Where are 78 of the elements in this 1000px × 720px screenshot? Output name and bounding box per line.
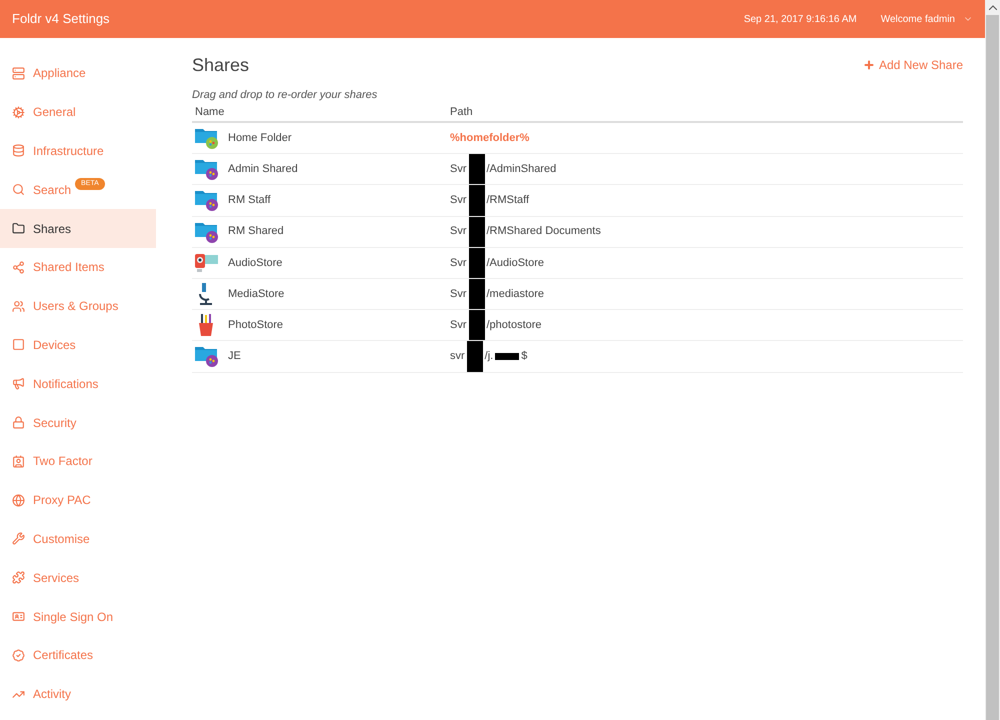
plus-icon [862, 59, 875, 71]
share-path: /AudioStore [486, 256, 544, 271]
share-path: /mediastore [486, 286, 544, 302]
wrench-icon [12, 532, 25, 546]
server-icon [12, 66, 25, 80]
shared-folder-icon [194, 157, 220, 182]
megaphone-icon [12, 377, 25, 390]
share-name: Admin Shared [228, 162, 298, 178]
sidebar-item[interactable]: Shared Items [0, 248, 156, 287]
share-name: Home Folder [228, 130, 292, 146]
share-path: /photostore [486, 318, 542, 333]
page-title: Shares [192, 54, 250, 77]
database-icon [12, 144, 25, 158]
redaction-bar [466, 341, 483, 372]
users-icon [12, 300, 25, 313]
share-path: %homefolder% [450, 130, 530, 146]
sidebar-item[interactable]: Services [0, 558, 156, 598]
certificate-icon [12, 648, 25, 662]
share-path: Svr [450, 162, 466, 178]
share-path: /RMStaff [486, 193, 530, 208]
column-header: Path [450, 104, 473, 120]
sidebar-item[interactable]: Shares [0, 209, 156, 248]
redaction-bar [468, 185, 484, 216]
sidebar-item[interactable]: Infrastructure [0, 132, 156, 170]
redaction-bar [468, 278, 484, 310]
sidebar-item[interactable]: Proxy PAC [0, 480, 156, 520]
user-menu[interactable]: Welcome fadmin [880, 12, 973, 26]
redaction-bar [468, 310, 484, 340]
date-time: Sep 21, 2017 9:16:16 AM [744, 12, 857, 26]
home-folder-icon [194, 126, 220, 150]
lock-icon [12, 416, 25, 430]
id-card-icon [12, 610, 25, 624]
share-name: MediaStore [228, 286, 284, 302]
shared-folder-icon [194, 188, 220, 212]
sidebar-item[interactable]: Appliance [0, 54, 156, 93]
tablet-icon [12, 338, 25, 352]
sidebar-item[interactable]: Certificates [0, 636, 156, 675]
scroll-up-icon [988, 5, 996, 10]
share-path: Svr [450, 224, 466, 240]
share-path: Svr [450, 193, 466, 208]
sidebar-item[interactable]: Notifications [0, 364, 156, 404]
share-path: /RMShared Documents [486, 224, 601, 240]
sidebar-item[interactable]: Single Sign On [0, 597, 156, 636]
hint-text: Drag and drop to re-order your shares [192, 88, 378, 103]
sidebar-item[interactable]: Two Factor [0, 442, 156, 481]
sidebar-item[interactable]: Users & Groups [0, 286, 156, 326]
share-path: /AdminShared [486, 162, 556, 178]
share-name: PhotoStore [228, 318, 284, 333]
share-name: AudioStore [228, 256, 282, 271]
scrollbar[interactable] [985, 0, 1000, 720]
redaction-bar [468, 154, 484, 184]
folder-icon [12, 222, 25, 236]
globe-icon [12, 494, 25, 507]
share-path: /j. [484, 349, 494, 364]
redaction-bar [468, 248, 484, 278]
app-title: Foldr v4 Settings [12, 10, 110, 28]
share-path: svr [450, 349, 465, 364]
share-name: RM Shared [228, 224, 284, 240]
search-icon [12, 183, 25, 196]
share-name: JE [228, 349, 241, 364]
add-share-link[interactable]: Add New Share [862, 56, 963, 74]
share-path: Svr [450, 256, 466, 271]
share-path: Svr [450, 318, 466, 333]
sidebar-item[interactable]: Devices [0, 326, 156, 364]
redaction-bar [468, 216, 484, 247]
sidebar-item[interactable]: Security [0, 403, 156, 442]
share-path: Svr [450, 286, 466, 302]
redaction-bar [495, 352, 520, 360]
column-header: Name [194, 104, 226, 120]
shared-folder-icon [194, 344, 220, 368]
share-path: $ [521, 349, 528, 364]
puzzle-icon [12, 571, 25, 584]
sidebar-item[interactable]: General [0, 92, 156, 132]
sidebar-item[interactable]: Customise [0, 520, 156, 558]
share-name: RM Staff [228, 193, 271, 208]
share-icon [12, 260, 25, 274]
sidebar-item[interactable]: Activity [0, 674, 156, 714]
id-badge-icon [12, 454, 25, 468]
